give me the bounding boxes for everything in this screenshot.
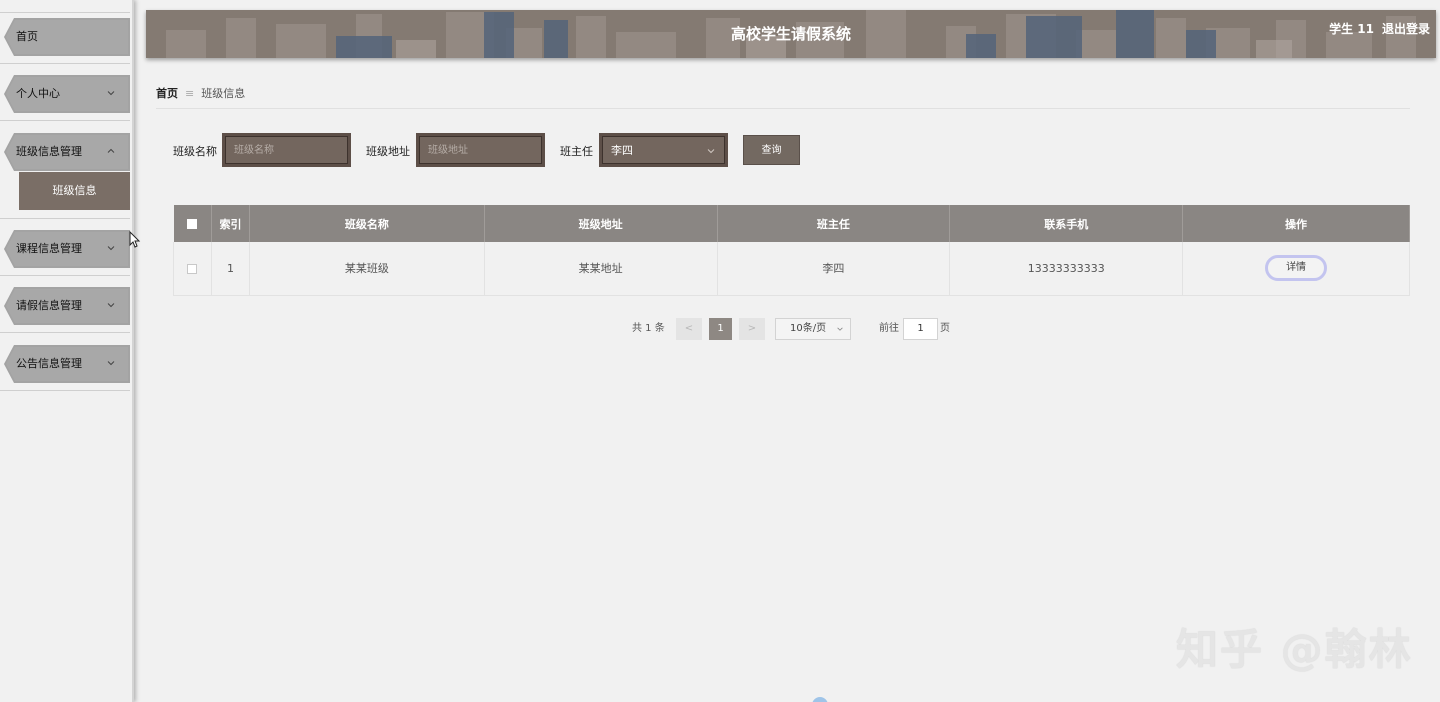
chevron-down-icon [107, 361, 115, 366]
class-name-input[interactable]: 班级名称 [225, 136, 348, 164]
current-user: 学生 11 [1329, 22, 1374, 36]
table-header-row: 索引 班级名称 班级地址 班主任 联系手机 操作 [173, 205, 1410, 242]
sidebar-divider [0, 120, 130, 121]
goto-label: 前往 [879, 323, 899, 334]
column-header: 联系手机 [949, 205, 1184, 242]
select-all-checkbox[interactable] [187, 219, 198, 229]
class-address-input[interactable]: 班级地址 [419, 136, 542, 164]
breadcrumb-divider [156, 108, 1410, 109]
page-size-value: 10条/页 [790, 323, 827, 334]
class-name-label: 班级名称 [173, 145, 217, 158]
prev-page-button[interactable]: < [676, 318, 702, 340]
column-header: 班级名称 [249, 205, 485, 242]
page-suffix-label: 页 [940, 323, 950, 334]
sidebar-divider [0, 12, 130, 13]
class-address-label: 班级地址 [366, 145, 410, 158]
sidebar-item-course-management[interactable]: 课程信息管理 [4, 230, 130, 268]
goto-page-input[interactable]: 1 [903, 318, 938, 340]
column-header: 操作 [1182, 205, 1410, 242]
head-teacher-select-frame: 李四 [599, 133, 728, 167]
sidebar-item-label: 课程信息管理 [16, 242, 82, 255]
sidebar-divider [0, 63, 130, 64]
breadcrumb-separator-icon: ≡ [185, 86, 195, 100]
chevron-down-icon [107, 91, 115, 96]
chevron-down-icon [837, 327, 843, 331]
head-teacher-label: 班主任 [560, 145, 593, 158]
chevron-down-icon [107, 246, 115, 251]
floating-indicator [812, 697, 828, 702]
sidebar-item-label: 个人中心 [16, 87, 60, 100]
row-select-cell [173, 242, 212, 296]
breadcrumb-home[interactable]: 首页 [156, 85, 178, 101]
class-info-table: 索引 班级名称 班级地址 班主任 联系手机 操作 1 某某班级 某某地址 李四 … [173, 205, 1410, 296]
phone-cell: 13333333333 [949, 242, 1184, 296]
current-page-button[interactable]: 1 [709, 318, 732, 340]
sidebar-item-notice-management[interactable]: 公告信息管理 [4, 345, 130, 383]
sidebar-item-leave-management[interactable]: 请假信息管理 [4, 287, 130, 325]
sidebar-divider [0, 218, 130, 219]
next-page-button[interactable]: > [739, 318, 765, 340]
chevron-down-icon [107, 303, 115, 308]
sidebar-item-label: 班级信息管理 [16, 145, 82, 158]
sidebar-item-label: 首页 [16, 30, 38, 43]
head-teacher-select[interactable]: 李四 [602, 136, 725, 164]
top-header: 高校学生请假系统 学生 11 退出登录 [146, 10, 1436, 58]
column-header: 索引 [211, 205, 250, 242]
watermark: 知乎 @翰林 [1176, 625, 1413, 674]
sidebar: 首页 个人中心 班级信息管理 班级信息 课程信息管理 请假信息管理 公告信息管理 [0, 0, 134, 702]
select-all-cell [173, 205, 212, 242]
sidebar-divider [0, 275, 130, 276]
class-name-input-frame: 班级名称 [222, 133, 351, 167]
column-header: 班级地址 [484, 205, 718, 242]
action-cell: 详情 [1182, 242, 1410, 296]
sidebar-item-personal-center[interactable]: 个人中心 [4, 75, 130, 113]
mouse-cursor-icon [129, 231, 141, 248]
breadcrumb: 首页 ≡ 班级信息 [156, 85, 245, 101]
table-row: 1 某某班级 某某地址 李四 13333333333 详情 [173, 242, 1410, 296]
chevron-up-icon [107, 148, 115, 153]
class-address-input-frame: 班级地址 [416, 133, 545, 167]
class-name-cell: 某某班级 [249, 242, 485, 296]
breadcrumb-current: 班级信息 [201, 87, 246, 100]
sidebar-item-home[interactable]: 首页 [4, 18, 130, 56]
pagination-total: 共 1 条 [632, 323, 665, 334]
row-checkbox[interactable] [187, 263, 198, 274]
head-teacher-cell: 李四 [717, 242, 951, 296]
sidebar-divider [0, 332, 130, 333]
sidebar-divider [0, 390, 130, 391]
sidebar-item-label: 公告信息管理 [16, 357, 82, 370]
page-size-select[interactable]: 10条/页 [775, 318, 851, 340]
sidebar-item-label: 请假信息管理 [16, 299, 82, 312]
app-title: 高校学生请假系统 [730, 25, 851, 43]
head-teacher-select-value: 李四 [611, 144, 633, 157]
index-cell: 1 [211, 242, 250, 296]
chevron-down-icon [707, 149, 715, 154]
detail-button[interactable]: 详情 [1265, 255, 1328, 282]
logout-button[interactable]: 退出登录 [1382, 10, 1430, 48]
column-header: 班主任 [717, 205, 951, 242]
sidebar-item-class-management[interactable]: 班级信息管理 [4, 133, 130, 171]
sidebar-subitem-class-info[interactable]: 班级信息 [19, 172, 130, 210]
query-button[interactable]: 查询 [743, 135, 800, 165]
class-address-cell: 某某地址 [484, 242, 718, 296]
